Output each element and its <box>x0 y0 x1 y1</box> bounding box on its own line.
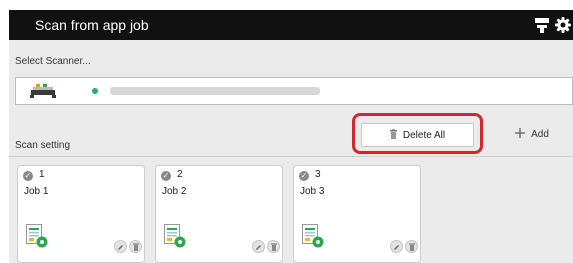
number-badge-icon: ✓ <box>299 171 309 181</box>
job-name: Job 2 <box>162 186 187 197</box>
pencil-icon <box>255 238 262 256</box>
delete-job-button[interactable] <box>267 240 280 253</box>
delete-job-button[interactable] <box>405 240 418 253</box>
select-scanner-label: Select Scanner... <box>15 56 91 67</box>
scanner-config-icon[interactable] <box>534 16 550 34</box>
scan-document-icon <box>164 224 186 253</box>
add-button[interactable]: Add <box>503 123 561 145</box>
job-card-2[interactable]: ✓ 2 Job 2 <box>155 165 283 263</box>
scan-app-window: Scan from app job Select Scanner... Scan… <box>9 10 573 263</box>
job-card-1[interactable]: ✓ 1 Job 1 <box>17 165 145 263</box>
scan-setting-label: Scan setting <box>15 140 71 151</box>
job-number: 3 <box>315 169 321 180</box>
trash-icon <box>408 238 415 256</box>
delete-all-label: Delete All <box>402 129 446 141</box>
pencil-icon <box>117 238 124 256</box>
title-bar: Scan from app job <box>9 10 573 40</box>
scanner-select-field[interactable] <box>15 77 573 105</box>
trash-icon <box>270 238 277 256</box>
edit-job-button[interactable] <box>114 240 127 253</box>
delete-job-button[interactable] <box>129 240 142 253</box>
job-name: Job 3 <box>300 186 325 197</box>
add-label: Add <box>531 128 549 140</box>
scanner-name-redacted <box>110 87 320 95</box>
scan-document-icon <box>302 224 324 253</box>
job-number: 2 <box>177 169 183 180</box>
scan-setting-bar: Scan setting <box>9 122 573 157</box>
edit-job-button[interactable] <box>252 240 265 253</box>
trash-icon <box>132 238 139 256</box>
scan-document-icon <box>26 224 48 253</box>
number-badge-icon: ✓ <box>23 171 33 181</box>
window-title: Scan from app job <box>35 17 149 33</box>
number-badge-icon: ✓ <box>161 171 171 181</box>
delete-all-button[interactable]: Delete All <box>361 123 474 147</box>
scanner-icon <box>29 83 57 104</box>
plus-icon <box>515 127 526 141</box>
scanner-status-dot <box>92 88 98 94</box>
job-number: 1 <box>39 169 45 180</box>
job-name: Job 1 <box>24 186 49 197</box>
gear-icon[interactable] <box>554 16 571 34</box>
pencil-icon <box>393 238 400 256</box>
trash-icon <box>389 128 397 142</box>
job-card-3[interactable]: ✓ 3 Job 3 <box>293 165 421 263</box>
edit-job-button[interactable] <box>390 240 403 253</box>
